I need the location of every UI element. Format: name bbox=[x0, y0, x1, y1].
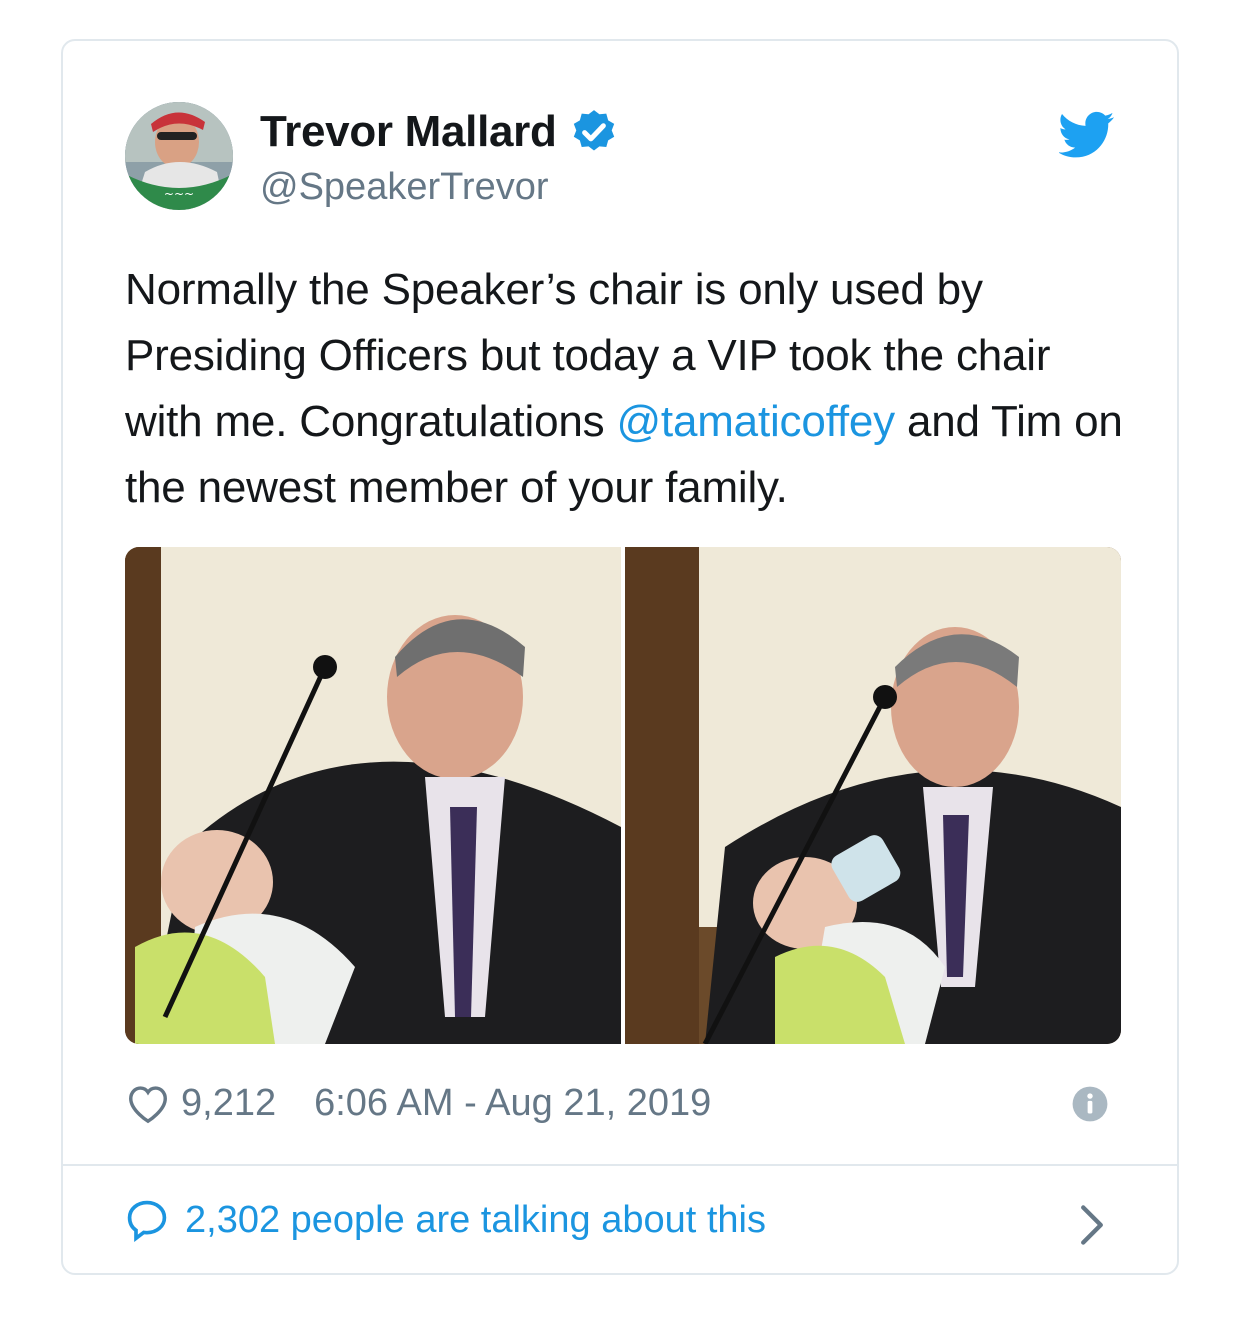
tweet-timestamp[interactable]: 6:06 AM - Aug 21, 2019 bbox=[314, 1082, 711, 1125]
like-count[interactable]: 9,212 bbox=[181, 1082, 276, 1125]
author-handle[interactable]: @SpeakerTrevor bbox=[260, 166, 549, 209]
heart-icon[interactable] bbox=[125, 1081, 171, 1125]
divider bbox=[63, 1164, 1177, 1166]
author-avatar[interactable]: ~~~ bbox=[125, 102, 233, 210]
talking-text[interactable]: 2,302 people are talking about this bbox=[185, 1199, 766, 1242]
speech-bubble-icon bbox=[127, 1200, 167, 1242]
tweet-meta-row: 9,212 6:06 AM - Aug 21, 2019 bbox=[125, 1081, 711, 1125]
photo-left[interactable] bbox=[125, 547, 621, 1044]
media-grid[interactable] bbox=[125, 547, 1121, 1044]
verified-badge-icon bbox=[573, 110, 614, 151]
tweet-text: Normally the Speaker’s chair is only use… bbox=[125, 257, 1125, 521]
info-icon[interactable] bbox=[1071, 1085, 1109, 1123]
conversation-link[interactable]: 2,302 people are talking about this bbox=[125, 1198, 766, 1242]
mention-link[interactable]: @tamaticoffey bbox=[616, 397, 895, 446]
author-name-row[interactable]: Trevor Mallard bbox=[260, 107, 619, 157]
tweet-card[interactable]: ~~~ Trevor Mallard @SpeakerTrevor Normal… bbox=[61, 39, 1179, 1275]
author-name[interactable]: Trevor Mallard bbox=[260, 107, 557, 157]
twitter-bird-icon[interactable] bbox=[1059, 111, 1115, 159]
chevron-right-icon[interactable] bbox=[1079, 1204, 1105, 1246]
photo-right[interactable] bbox=[625, 547, 1121, 1044]
svg-text:~~~: ~~~ bbox=[164, 187, 194, 201]
